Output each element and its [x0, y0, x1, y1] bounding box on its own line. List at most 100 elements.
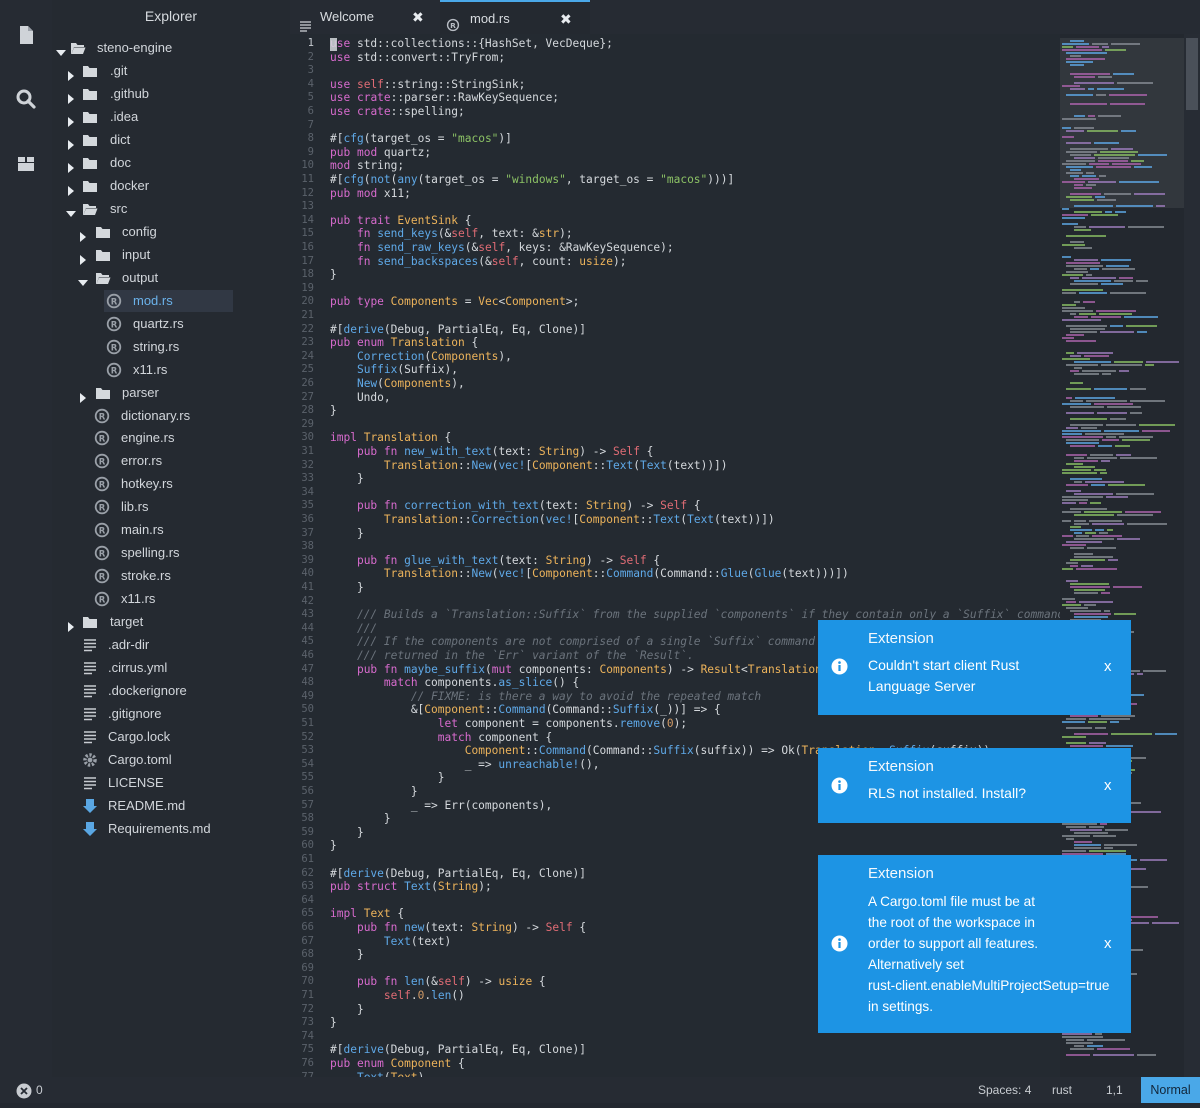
tree-item[interactable]: doc: [52, 152, 290, 174]
tree-item[interactable]: README.md: [52, 795, 290, 817]
tree-item[interactable]: config: [52, 221, 290, 243]
code-line[interactable]: pub mod x11;: [330, 187, 411, 201]
code-line[interactable]: pub trait EventSink {: [330, 214, 472, 228]
code-line[interactable]: _ => unreachable!(),: [330, 758, 600, 772]
error-count[interactable]: 0: [36, 1077, 43, 1103]
code-line[interactable]: use std::collections::{HashSet, VecDeque…: [330, 37, 613, 51]
tree-item[interactable]: .git: [52, 60, 290, 82]
tree-item[interactable]: src: [52, 198, 290, 220]
chevron-right-icon[interactable]: [66, 66, 76, 81]
chevron-right-icon[interactable]: [66, 181, 76, 196]
tree-item[interactable]: docker: [52, 175, 290, 197]
tree-item[interactable]: Cargo.toml: [52, 749, 290, 771]
code-line[interactable]: use self::string::StringSink;: [330, 78, 525, 92]
code-line[interactable]: use crate::spelling;: [330, 105, 465, 119]
code-line[interactable]: Translation::New(vec![Component::Command…: [330, 567, 849, 581]
tree-item[interactable]: Rspelling.rs: [52, 542, 290, 564]
tab-welcome[interactable]: Welcome ✖: [290, 0, 430, 34]
code-line[interactable]: pub enum Translation {: [330, 336, 478, 350]
scrollbar-thumb[interactable]: [1186, 38, 1198, 110]
code-line[interactable]: pub enum Component {: [330, 1057, 465, 1071]
code-line[interactable]: #[derive(Debug, PartialEq, Eq, Clone)]: [330, 323, 586, 337]
tree-item[interactable]: .adr-dir: [52, 634, 290, 656]
code-line[interactable]: }: [330, 785, 418, 799]
close-icon[interactable]: ✖: [560, 2, 572, 36]
notification-close-button[interactable]: x: [1104, 658, 1112, 675]
tree-item[interactable]: .gitignore: [52, 703, 290, 725]
code-line[interactable]: Suffix(Suffix),: [330, 363, 458, 377]
chevron-right-icon[interactable]: [66, 135, 76, 150]
cursor-position[interactable]: 1,1: [1106, 1077, 1123, 1103]
code-line[interactable]: }: [330, 1016, 337, 1030]
tree-item[interactable]: input: [52, 244, 290, 266]
code-line[interactable]: fn send_keys(&self, text: &str);: [330, 227, 573, 241]
tree-item[interactable]: Rengine.rs: [52, 427, 290, 449]
code-line[interactable]: }: [330, 948, 364, 962]
chevron-right-icon[interactable]: [66, 89, 76, 104]
notification-close-button[interactable]: x: [1104, 777, 1112, 794]
close-icon[interactable]: ✖: [412, 0, 424, 34]
code-line[interactable]: match component {: [330, 731, 553, 745]
tree-item[interactable]: steno-engine: [52, 37, 290, 59]
tree-item[interactable]: Rx11.rs: [52, 588, 290, 610]
code-line[interactable]: Translation::New(vec![Component::Text(Te…: [330, 459, 728, 473]
code-line[interactable]: match components.as_slice() {: [330, 676, 579, 690]
language-mode[interactable]: rust: [1052, 1077, 1072, 1103]
tree-item[interactable]: Rdictionary.rs: [52, 405, 290, 427]
code-line[interactable]: /// returned in the `Err` variant of the…: [330, 649, 694, 663]
tree-item[interactable]: Cargo.lock: [52, 726, 290, 748]
code-line[interactable]: }: [330, 1003, 364, 1017]
tree-item[interactable]: .github: [52, 83, 290, 105]
tree-item[interactable]: Rlib.rs: [52, 496, 290, 518]
indentation-status[interactable]: Spaces: 4: [978, 1077, 1031, 1103]
code-line[interactable]: }: [330, 527, 364, 541]
code-line[interactable]: }: [330, 472, 364, 486]
tree-item[interactable]: Rmain.rs: [52, 519, 290, 541]
code-line[interactable]: impl Translation {: [330, 431, 451, 445]
code-line[interactable]: New(Components),: [330, 377, 465, 391]
code-line[interactable]: pub fn maybe_suffix(mut components: Comp…: [330, 663, 856, 677]
tree-item[interactable]: Rquartz.rs: [52, 313, 290, 335]
tree-item[interactable]: Rhotkey.rs: [52, 473, 290, 495]
tree-item[interactable]: .idea: [52, 106, 290, 128]
code-line[interactable]: mod string;: [330, 159, 404, 173]
code-line[interactable]: pub fn new(text: String) -> Self {: [330, 921, 586, 935]
notification-close-button[interactable]: x: [1104, 935, 1112, 952]
tree-item[interactable]: Rstring.rs: [52, 336, 290, 358]
code-line[interactable]: pub fn new_with_text(text: String) -> Se…: [330, 445, 653, 459]
code-line[interactable]: }: [330, 771, 445, 785]
code-line[interactable]: }: [330, 812, 391, 826]
code-line[interactable]: }: [330, 268, 337, 282]
chevron-down-icon[interactable]: [78, 273, 88, 286]
search-icon[interactable]: [13, 86, 39, 112]
chevron-right-icon[interactable]: [66, 617, 76, 633]
chevron-right-icon[interactable]: [66, 112, 76, 127]
tree-item[interactable]: Rx11.rs: [52, 359, 290, 381]
code-line[interactable]: }: [330, 839, 337, 853]
code-line[interactable]: #[derive(Debug, PartialEq, Eq, Clone)]: [330, 1043, 586, 1057]
code-line[interactable]: Undo,: [330, 391, 391, 405]
extensions-icon[interactable]: [13, 150, 39, 176]
code-line[interactable]: }: [330, 581, 364, 595]
code-line[interactable]: pub fn glue_with_text(text: String) -> S…: [330, 554, 660, 568]
vertical-scrollbar[interactable]: [1184, 34, 1200, 1077]
code-line[interactable]: ///: [330, 622, 377, 636]
tree-item[interactable]: parser: [52, 382, 290, 404]
code-line[interactable]: pub fn correction_with_text(text: String…: [330, 499, 701, 513]
code-line[interactable]: #[cfg(target_os = "macos")]: [330, 132, 512, 146]
chevron-down-icon[interactable]: [56, 43, 66, 56]
tree-item[interactable]: LICENSE: [52, 772, 290, 794]
tree-item[interactable]: .cirrus.yml: [52, 657, 290, 679]
code-line[interactable]: Text(text): [330, 935, 451, 949]
code-line[interactable]: use crate::parser::RawKeySequence;: [330, 91, 559, 105]
error-icon[interactable]: [16, 1082, 32, 1099]
code-line[interactable]: Translation::Correction(vec![Component::…: [330, 513, 775, 527]
code-line[interactable]: pub type Components = Vec<Component>;: [330, 295, 579, 309]
code-line[interactable]: #[derive(Debug, PartialEq, Eq, Clone)]: [330, 867, 586, 881]
code-line[interactable]: use std::convert::TryFrom;: [330, 51, 505, 65]
code-line[interactable]: fn send_raw_keys(&self, keys: &RawKeySeq…: [330, 241, 674, 255]
tree-item[interactable]: Rstroke.rs: [52, 565, 290, 587]
tree-item[interactable]: Rerror.rs: [52, 450, 290, 472]
chevron-right-icon[interactable]: [78, 250, 88, 265]
chevron-right-icon[interactable]: [66, 158, 76, 173]
